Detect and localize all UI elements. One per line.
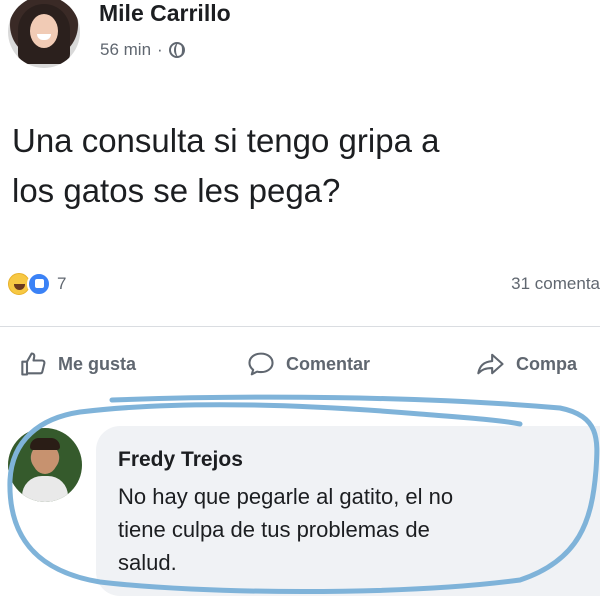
share-button-label: Compa: [516, 353, 578, 374]
comment-line-1: No hay que pegarle al gatito, el no: [118, 484, 454, 509]
like-button-label: Me gusta: [58, 353, 137, 374]
avatar-face: [30, 14, 58, 48]
post-time[interactable]: 56 min: [100, 40, 151, 60]
like-button[interactable]: Me gusta: [20, 350, 136, 378]
comment: Fredy Trejos No hay que pegarle al gatit…: [0, 420, 600, 600]
comment-text: No hay que pegarle al gatito, el no tien…: [118, 480, 588, 579]
post-meta: 56 min ·: [100, 40, 185, 60]
comment-line-2: tiene culpa de tus problemas de: [118, 517, 430, 542]
post-header: Mile Carrillo 56 min ·: [0, 0, 600, 80]
comment-button[interactable]: Comentar: [246, 350, 370, 378]
author-name[interactable]: Mile Carrillo: [99, 0, 231, 27]
commenter-avatar[interactable]: [8, 428, 82, 502]
post-text-line-2: los gatos se les pega?: [12, 172, 341, 209]
post-text-line-1: Una consulta si tengo gripa a: [12, 122, 440, 159]
reaction-count: 7: [57, 274, 67, 293]
speech-bubble-icon: [248, 352, 274, 376]
share-button[interactable]: Compa: [476, 350, 577, 378]
like-icon: [27, 272, 51, 296]
divider: [0, 326, 600, 327]
meta-separator: ·: [157, 40, 163, 59]
commenter-name[interactable]: Fredy Trejos: [118, 448, 243, 472]
comment-line-3: salud.: [118, 550, 177, 575]
avatar-body: [22, 476, 68, 502]
thumbs-up-icon: [21, 352, 46, 376]
author-avatar[interactable]: [8, 0, 80, 68]
globe-icon: [168, 42, 185, 58]
reaction-summary[interactable]: 7: [8, 272, 66, 296]
avatar-hair: [30, 438, 60, 450]
comment-button-label: Comentar: [286, 353, 371, 374]
post-text: Una consulta si tengo gripa a los gatos …: [12, 116, 597, 216]
comments-count[interactable]: 31 comenta: [511, 274, 600, 294]
share-arrow-icon: [477, 353, 504, 375]
action-bar: Me gusta Comentar Compa: [0, 350, 600, 390]
